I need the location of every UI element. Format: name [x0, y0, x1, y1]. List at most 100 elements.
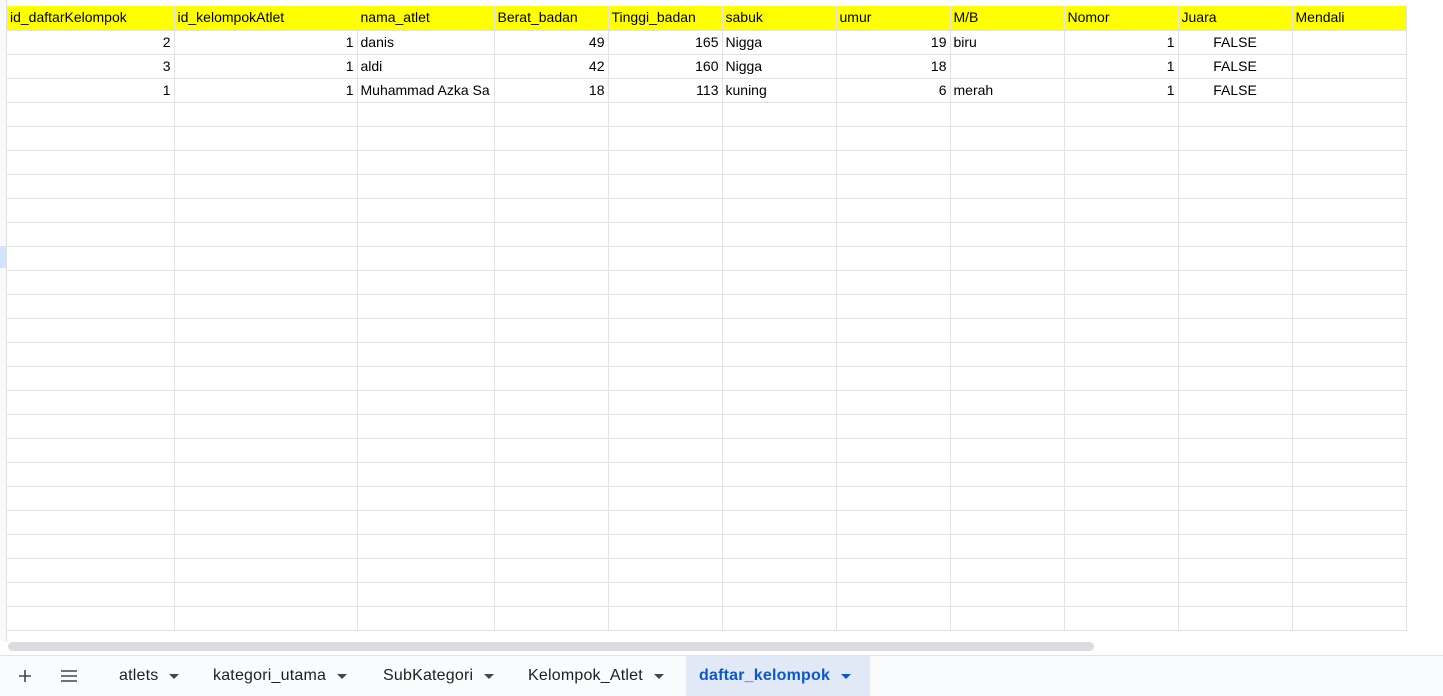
empty-cell[interactable]: [608, 606, 723, 631]
empty-cell[interactable]: [1064, 150, 1179, 175]
empty-cell[interactable]: [357, 414, 495, 439]
empty-cell[interactable]: [1064, 174, 1179, 199]
row-header-gutter[interactable]: [0, 0, 7, 642]
empty-cell[interactable]: [1178, 270, 1293, 295]
empty-cell[interactable]: [722, 198, 837, 223]
empty-cell[interactable]: [1292, 342, 1407, 367]
empty-cell[interactable]: [608, 246, 723, 271]
chevron-down-icon[interactable]: [337, 673, 348, 679]
empty-cell[interactable]: [722, 246, 837, 271]
empty-cell[interactable]: [1178, 462, 1293, 487]
tab-atlets[interactable]: atlets: [105, 656, 195, 696]
table-cell[interactable]: 1: [174, 54, 358, 79]
empty-cell[interactable]: [357, 366, 495, 391]
empty-cell[interactable]: [836, 126, 951, 151]
empty-cell[interactable]: [722, 510, 837, 535]
empty-cell[interactable]: [1292, 246, 1407, 271]
empty-cell[interactable]: [7, 342, 175, 367]
empty-cell[interactable]: [494, 270, 609, 295]
empty-cell[interactable]: [1292, 366, 1407, 391]
empty-cell[interactable]: [1292, 414, 1407, 439]
table-cell[interactable]: [1292, 78, 1407, 103]
empty-cell[interactable]: [7, 606, 175, 631]
empty-cell[interactable]: [608, 438, 723, 463]
empty-cell[interactable]: [7, 366, 175, 391]
empty-cell[interactable]: [7, 414, 175, 439]
empty-cell[interactable]: [722, 294, 837, 319]
empty-cell[interactable]: [7, 462, 175, 487]
empty-cell[interactable]: [1178, 318, 1293, 343]
empty-cell[interactable]: [1064, 126, 1179, 151]
table-cell[interactable]: 113: [608, 78, 723, 103]
empty-cell[interactable]: [494, 198, 609, 223]
empty-cell[interactable]: [1064, 486, 1179, 511]
empty-cell[interactable]: [608, 582, 723, 607]
table-cell[interactable]: Nigga: [722, 54, 837, 79]
empty-cell[interactable]: [174, 438, 358, 463]
empty-cell[interactable]: [950, 534, 1065, 559]
empty-cell[interactable]: [1064, 390, 1179, 415]
empty-cell[interactable]: [494, 102, 609, 127]
empty-cell[interactable]: [1292, 510, 1407, 535]
empty-cell[interactable]: [836, 150, 951, 175]
empty-cell[interactable]: [1292, 102, 1407, 127]
empty-cell[interactable]: [7, 246, 175, 271]
empty-cell[interactable]: [357, 174, 495, 199]
chevron-down-icon[interactable]: [169, 673, 180, 679]
empty-cell[interactable]: [1064, 582, 1179, 607]
column-header-cell[interactable]: M/B: [950, 6, 1065, 31]
chevron-down-icon[interactable]: [484, 673, 495, 679]
empty-cell[interactable]: [950, 198, 1065, 223]
empty-cell[interactable]: [950, 270, 1065, 295]
empty-cell[interactable]: [174, 414, 358, 439]
empty-cell[interactable]: [836, 558, 951, 583]
empty-cell[interactable]: [494, 318, 609, 343]
all-sheets-menu-button[interactable]: [54, 656, 84, 696]
empty-cell[interactable]: [494, 222, 609, 247]
empty-cell[interactable]: [722, 150, 837, 175]
empty-cell[interactable]: [950, 558, 1065, 583]
empty-cell[interactable]: [950, 606, 1065, 631]
empty-cell[interactable]: [1178, 102, 1293, 127]
tab-kategori-utama[interactable]: kategori_utama: [199, 656, 365, 696]
empty-cell[interactable]: [174, 582, 358, 607]
empty-cell[interactable]: [1064, 438, 1179, 463]
empty-cell[interactable]: [1064, 534, 1179, 559]
table-cell[interactable]: 18: [494, 78, 609, 103]
empty-cell[interactable]: [7, 174, 175, 199]
empty-cell[interactable]: [357, 102, 495, 127]
empty-cell[interactable]: [950, 486, 1065, 511]
empty-cell[interactable]: [950, 366, 1065, 391]
add-sheet-button[interactable]: [10, 656, 40, 696]
empty-cell[interactable]: [1064, 606, 1179, 631]
empty-cell[interactable]: [950, 222, 1065, 247]
empty-cell[interactable]: [722, 126, 837, 151]
empty-cell[interactable]: [494, 582, 609, 607]
empty-cell[interactable]: [608, 318, 723, 343]
empty-cell[interactable]: [1292, 318, 1407, 343]
empty-cell[interactable]: [1292, 438, 1407, 463]
empty-cell[interactable]: [357, 390, 495, 415]
empty-cell[interactable]: [494, 366, 609, 391]
empty-cell[interactable]: [608, 270, 723, 295]
empty-cell[interactable]: [722, 174, 837, 199]
empty-cell[interactable]: [1292, 462, 1407, 487]
table-cell[interactable]: Muhammad Azka Sa: [357, 78, 495, 103]
empty-cell[interactable]: [836, 462, 951, 487]
empty-cell[interactable]: [836, 174, 951, 199]
empty-cell[interactable]: [1178, 246, 1293, 271]
empty-cell[interactable]: [174, 294, 358, 319]
table-cell[interactable]: [1292, 30, 1407, 55]
empty-cell[interactable]: [836, 366, 951, 391]
table-cell[interactable]: biru: [950, 30, 1065, 55]
empty-cell[interactable]: [7, 486, 175, 511]
table-cell[interactable]: 1: [1064, 54, 1179, 79]
empty-cell[interactable]: [494, 246, 609, 271]
empty-cell[interactable]: [174, 534, 358, 559]
empty-cell[interactable]: [174, 102, 358, 127]
empty-cell[interactable]: [494, 414, 609, 439]
empty-cell[interactable]: [1064, 198, 1179, 223]
table-cell[interactable]: [950, 54, 1065, 79]
empty-cell[interactable]: [7, 126, 175, 151]
table-cell[interactable]: merah: [950, 78, 1065, 103]
